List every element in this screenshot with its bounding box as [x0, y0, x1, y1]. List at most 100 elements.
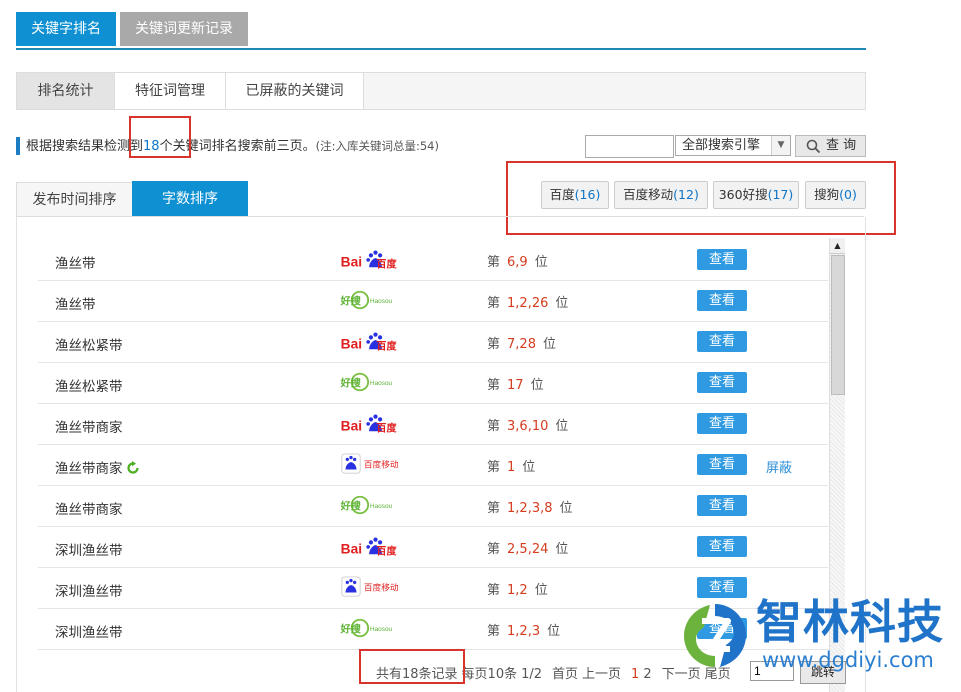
- block-link[interactable]: 屏蔽: [766, 457, 792, 476]
- scroll-up-arrow-icon[interactable]: ▲: [830, 238, 845, 254]
- rank-positions: 第 1,2,26 位: [487, 292, 568, 311]
- rank-values: 3,6,10: [507, 419, 549, 434]
- keyword-text: 渔丝带商家: [55, 416, 123, 436]
- baidu-logo-icon: Bai 百度: [341, 414, 397, 434]
- pager-per-page: 每页10条: [461, 667, 518, 682]
- baidu-logo-icon: Bai 百度: [341, 332, 397, 352]
- watermark-url: www.dgdiyi.com: [762, 648, 934, 672]
- haosou-logo-cn: 好搜: [340, 377, 362, 390]
- pager-page-1[interactable]: 1: [631, 667, 639, 682]
- rank-prefix: 第: [487, 501, 501, 516]
- tab-sort-by-time[interactable]: 发布时间排序: [16, 182, 133, 217]
- rank-prefix: 第: [487, 255, 501, 270]
- rank-prefix: 第: [487, 624, 501, 639]
- engine-select[interactable]: 全部搜索引擎 ▼: [675, 135, 791, 156]
- view-button[interactable]: 查看: [697, 413, 747, 434]
- rank-values: 1,2: [507, 583, 528, 598]
- view-button[interactable]: 查看: [697, 249, 747, 270]
- tab-blocked-keywords[interactable]: 已屏蔽的关键词: [226, 73, 364, 109]
- rank-values: 6,9: [507, 255, 528, 270]
- rank-prefix: 第: [487, 419, 501, 434]
- baidu-logo-icon: Bai 百度: [341, 250, 397, 270]
- search-button-label: 查 询: [826, 138, 857, 153]
- haosou-logo-en: Haosou: [370, 298, 393, 305]
- baidu-logo-cn: 百度: [376, 421, 397, 434]
- tab-keyword-rank[interactable]: 关键字排名: [16, 12, 116, 46]
- keyword-label: 渔丝带商家: [55, 502, 123, 518]
- pager-first[interactable]: 首页: [552, 667, 578, 682]
- engine-select-value: 全部搜索引擎: [682, 138, 761, 153]
- baidu-mobile-logo-icon: 百度移动: [341, 453, 399, 474]
- table-row: 渔丝带商家 Bai 百度 第 3,6,10 位 查看: [38, 403, 828, 445]
- view-button[interactable]: 查看: [697, 577, 747, 598]
- haosou-logo-icon: 好搜 Haosou: [340, 372, 393, 392]
- rank-positions: 第 6,9 位: [487, 251, 548, 270]
- baidu-logo-text: Bai: [341, 418, 362, 433]
- table-row: 渔丝带 Bai 百度 第 6,9 位 查看: [38, 239, 828, 281]
- refresh-icon[interactable]: [126, 461, 140, 475]
- baidu-mobile-logo-icon: 百度移动: [341, 576, 399, 597]
- table-row: 渔丝带商家 百度移动 第 1 位 查看 屏蔽: [38, 444, 828, 486]
- search-button[interactable]: 查 询: [795, 135, 866, 157]
- haosou-logo-icon: 好搜 Haosou: [340, 618, 393, 638]
- summary-note: (注:入库关键词总量:54): [315, 139, 439, 153]
- pager-page-2[interactable]: 2: [643, 667, 651, 682]
- rank-prefix: 第: [487, 337, 501, 352]
- rank-values: 2,5,24: [507, 542, 549, 557]
- watermark-logo-icon: [684, 604, 746, 667]
- baidu-logo-text: Bai: [341, 541, 362, 556]
- tab-rank-stats[interactable]: 排名统计: [17, 73, 115, 109]
- rank-prefix: 第: [487, 296, 501, 311]
- tab-sort-by-length[interactable]: 字数排序: [132, 181, 248, 217]
- rank-values: 1,2,3,8: [507, 501, 553, 516]
- rank-values: 1,2,26: [507, 296, 549, 311]
- keyword-label: 渔丝带商家: [55, 461, 123, 477]
- chevron-down-icon[interactable]: ▼: [771, 136, 790, 155]
- rank-values: 7,28: [507, 337, 536, 352]
- table-row: 渔丝松紧带 好搜 Haosou 第 17 位 查看: [38, 362, 828, 404]
- rank-values: 17: [507, 378, 524, 393]
- rank-suffix: 位: [555, 419, 569, 434]
- summary-text: 根据搜索结果检测到18个关键词排名搜索前三页。(注:入库关键词总量:54): [26, 137, 439, 156]
- table-row: 渔丝松紧带 Bai 百度 第 7,28 位 查看: [38, 321, 828, 363]
- keyword-label: 渔丝带: [55, 256, 96, 272]
- keyword-text: 深圳渔丝带: [55, 621, 123, 641]
- baidu-logo-cn: 百度: [376, 339, 397, 352]
- haosou-logo-cn: 好搜: [340, 295, 362, 308]
- keyword-text: 深圳渔丝带: [55, 539, 123, 559]
- highlight-box-total: [359, 649, 465, 684]
- baidu-mobile-logo-text: 百度移动: [364, 459, 399, 471]
- keyword-text: 渔丝带: [55, 293, 96, 313]
- view-button[interactable]: 查看: [697, 536, 747, 557]
- search-input[interactable]: [585, 135, 674, 158]
- baidu-logo-text: Bai: [341, 336, 362, 351]
- baidu-logo-cn: 百度: [376, 257, 397, 270]
- haosou-logo-icon: 好搜 Haosou: [340, 290, 393, 310]
- rank-prefix: 第: [487, 460, 501, 475]
- view-button[interactable]: 查看: [697, 290, 747, 311]
- pager-prev[interactable]: 上一页: [582, 667, 621, 682]
- summary-marker: [16, 137, 20, 155]
- keyword-label: 渔丝带: [55, 297, 96, 313]
- rank-suffix: 位: [542, 337, 556, 352]
- rank-suffix: 位: [555, 296, 569, 311]
- rank-suffix: 位: [555, 542, 569, 557]
- haosou-logo-cn: 好搜: [340, 500, 362, 513]
- rank-prefix: 第: [487, 378, 501, 393]
- table-row: 渔丝带 好搜 Haosou 第 1,2,26 位 查看: [38, 280, 828, 322]
- view-button[interactable]: 查看: [697, 372, 747, 393]
- scrollbar-thumb[interactable]: [831, 255, 845, 395]
- table-row: 渔丝带商家 好搜 Haosou 第 1,2,3,8 位 查看: [38, 485, 828, 527]
- tab-feature-words[interactable]: 特征词管理: [115, 73, 226, 109]
- view-button[interactable]: 查看: [697, 331, 747, 352]
- watermark-brand: 智林科技: [756, 595, 944, 649]
- haosou-logo-en: Haosou: [370, 503, 393, 510]
- haosou-logo-en: Haosou: [370, 380, 393, 387]
- rank-suffix: 位: [559, 501, 573, 516]
- rank-suffix: 位: [534, 583, 548, 598]
- tab-keyword-update-log[interactable]: 关键词更新记录: [120, 12, 248, 46]
- keyword-label: 深圳渔丝带: [55, 625, 123, 641]
- pager-page-of: 1/2: [521, 667, 543, 682]
- view-button[interactable]: 查看: [697, 454, 747, 475]
- view-button[interactable]: 查看: [697, 495, 747, 516]
